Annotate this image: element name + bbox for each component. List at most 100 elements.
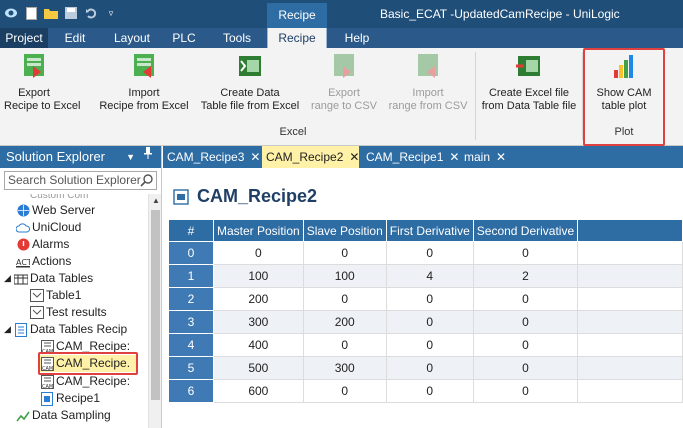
tree-item-cam-recipe1[interactable]: CAM CAM_Recipe: xyxy=(40,373,130,390)
cell-first-derivative[interactable]: 0 xyxy=(385,379,474,403)
cell-second-derivative[interactable]: 0 xyxy=(472,356,579,380)
close-icon[interactable]: ✕ xyxy=(250,150,260,164)
cell-slave-position[interactable]: 300 xyxy=(302,356,387,380)
tree-item-unicloud[interactable]: UniCloud xyxy=(16,219,81,236)
solution-explorer: Solution Explorer ▼ Search Solution Expl… xyxy=(0,146,162,428)
column-header-master-position[interactable]: Master Position xyxy=(213,219,304,242)
close-icon[interactable]: ✕ xyxy=(349,150,359,164)
new-file-icon[interactable] xyxy=(24,6,38,20)
tab-layout[interactable]: Layout xyxy=(107,28,157,48)
cell-slave-position[interactable]: 0 xyxy=(302,241,387,265)
open-folder-icon[interactable] xyxy=(44,6,58,20)
tree-item-data-tables-recipe[interactable]: ◢ Data Tables Recip xyxy=(4,321,127,338)
tab-help[interactable]: Help xyxy=(337,28,377,48)
dropdown-icon[interactable]: ▼ xyxy=(126,146,135,168)
cell-first-derivative[interactable]: 0 xyxy=(385,241,474,265)
tree-item-actions[interactable]: ACT Actions xyxy=(16,253,71,270)
row-index[interactable]: 1 xyxy=(168,264,214,288)
row-index[interactable]: 2 xyxy=(168,287,214,311)
tree-item-data-tables[interactable]: ◢ Data Tables xyxy=(4,270,93,287)
table-row[interactable]: 3 300 200 0 0 xyxy=(168,310,683,334)
cell-second-derivative[interactable]: 0 xyxy=(472,287,579,311)
collapse-arrow-icon[interactable]: ◢ xyxy=(4,321,14,338)
app-logo-icon[interactable] xyxy=(4,6,18,20)
table-row[interactable]: 4 400 0 0 0 xyxy=(168,333,683,357)
save-icon[interactable] xyxy=(64,6,78,20)
close-icon[interactable]: ✕ xyxy=(496,150,506,164)
tab-cam-recipe2[interactable]: CAM_Recipe2 ✕ xyxy=(262,146,360,168)
cell-second-derivative[interactable]: 2 xyxy=(472,264,579,288)
undo-icon[interactable] xyxy=(84,6,98,20)
tab-edit[interactable]: Edit xyxy=(55,28,95,48)
cell-slave-position[interactable]: 200 xyxy=(302,310,387,334)
cell-master-position[interactable]: 100 xyxy=(213,264,304,288)
cell-slave-position[interactable]: 0 xyxy=(302,379,387,403)
cell-first-derivative[interactable]: 4 xyxy=(385,264,474,288)
create-data-table-file-button[interactable]: Create Data Table file from Excel xyxy=(196,52,304,113)
cell-master-position[interactable]: 600 xyxy=(213,379,304,403)
cell-master-position[interactable]: 200 xyxy=(213,287,304,311)
collapse-arrow-icon[interactable]: ◢ xyxy=(4,270,14,287)
tab-cam-recipe3[interactable]: CAM_Recipe3 ✕ xyxy=(163,146,260,168)
row-index[interactable]: 4 xyxy=(168,333,214,357)
cell-empty xyxy=(577,310,683,334)
solution-scrollbar[interactable]: ▲ xyxy=(148,194,161,428)
cell-first-derivative[interactable]: 0 xyxy=(385,287,474,311)
tree-item-alarms[interactable]: Alarms xyxy=(16,236,69,253)
table-row[interactable]: 1 100 100 4 2 xyxy=(168,264,683,288)
scroll-up-icon[interactable]: ▲ xyxy=(152,196,160,205)
table-row[interactable]: 2 200 0 0 0 xyxy=(168,287,683,311)
import-range-from-csv-button[interactable]: Import range from CSV xyxy=(383,52,473,113)
cell-second-derivative[interactable]: 0 xyxy=(472,333,579,357)
svg-text:ACT: ACT xyxy=(16,258,30,267)
tree-item-table1[interactable]: Table1 xyxy=(30,287,81,304)
table-row[interactable]: 5 500 300 0 0 xyxy=(168,356,683,380)
import-recipe-from-excel-button[interactable]: Import Recipe from Excel xyxy=(96,52,192,113)
qat-dropdown-icon[interactable]: ▿ xyxy=(104,6,118,20)
svg-text:CAM: CAM xyxy=(42,384,53,389)
row-index[interactable]: 5 xyxy=(168,356,214,380)
tree-item-data-sampling[interactable]: Data Sampling xyxy=(16,407,111,424)
column-header-second-derivative[interactable]: Second Derivative xyxy=(472,219,579,242)
tab-main[interactable]: main ✕ xyxy=(460,146,506,168)
cell-second-derivative[interactable]: 0 xyxy=(472,241,579,265)
tab-plc[interactable]: PLC xyxy=(168,28,200,48)
cell-slave-position[interactable]: 0 xyxy=(302,333,387,357)
solution-search-input[interactable]: Search Solution Explorer xyxy=(4,171,157,190)
cell-first-derivative[interactable]: 0 xyxy=(385,333,474,357)
pin-icon[interactable] xyxy=(143,146,153,168)
tab-recipe[interactable]: Recipe xyxy=(267,28,327,48)
row-index[interactable]: 6 xyxy=(168,379,214,403)
cell-first-derivative[interactable]: 0 xyxy=(385,310,474,334)
tab-project[interactable]: Project xyxy=(0,28,48,48)
cell-master-position[interactable]: 500 xyxy=(213,356,304,380)
cell-master-position[interactable]: 400 xyxy=(213,333,304,357)
close-icon[interactable]: ✕ xyxy=(449,150,459,164)
cell-second-derivative[interactable]: 0 xyxy=(472,379,579,403)
cell-slave-position[interactable]: 0 xyxy=(302,287,387,311)
cell-slave-position[interactable]: 100 xyxy=(302,264,387,288)
tree-item-web-server[interactable]: Web Server xyxy=(16,202,95,219)
table-row[interactable]: 0 0 0 0 0 xyxy=(168,241,683,265)
cell-master-position[interactable]: 300 xyxy=(213,310,304,334)
row-index[interactable]: 0 xyxy=(168,241,214,265)
column-header-index[interactable]: # xyxy=(168,219,214,242)
recipe-icon xyxy=(40,391,54,406)
cell-master-position[interactable]: 0 xyxy=(213,241,304,265)
row-index[interactable]: 3 xyxy=(168,310,214,334)
create-excel-file-button[interactable]: Create Excel file from Data Table file xyxy=(478,52,580,113)
column-header-first-derivative[interactable]: First Derivative xyxy=(385,219,474,242)
cell-first-derivative[interactable]: 0 xyxy=(385,356,474,380)
export-range-to-csv-button[interactable]: Export range to CSV xyxy=(306,52,382,113)
cell-empty xyxy=(577,241,683,265)
search-icon[interactable] xyxy=(140,173,154,187)
cell-second-derivative[interactable]: 0 xyxy=(472,310,579,334)
tab-cam-recipe1[interactable]: CAM_Recipe1 ✕ xyxy=(362,146,459,168)
column-header-slave-position[interactable]: Slave Position xyxy=(302,219,387,242)
tree-item-test-results[interactable]: Test results xyxy=(30,304,107,321)
tab-tools[interactable]: Tools xyxy=(217,28,257,48)
tree-item-recipe1[interactable]: Recipe1 xyxy=(40,390,100,407)
scroll-thumb[interactable] xyxy=(151,210,160,400)
table-row[interactable]: 6 600 0 0 0 xyxy=(168,379,683,403)
export-recipe-to-excel-button[interactable]: Export Recipe to Excel xyxy=(4,52,80,113)
